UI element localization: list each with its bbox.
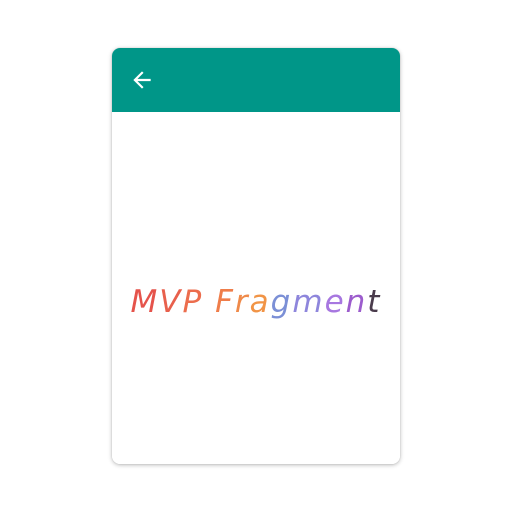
fragment-content: MVP Fragment <box>112 112 400 464</box>
title-letter: V <box>159 284 183 320</box>
title-letter: g <box>270 284 293 320</box>
title-letter: P <box>182 284 204 320</box>
title-letter: r <box>234 284 250 320</box>
back-button[interactable] <box>128 66 156 94</box>
title-letter: e <box>324 284 346 320</box>
arrow-back-icon <box>133 71 151 89</box>
title-letter: a <box>249 284 271 320</box>
fragment-title: MVP Fragment <box>112 282 400 322</box>
app-bar <box>112 48 400 112</box>
title-letter: t <box>367 284 382 320</box>
app-screen: MVP Fragment <box>112 48 400 464</box>
title-letter: F <box>215 284 235 320</box>
title-space <box>203 282 215 322</box>
title-letter: m <box>292 284 325 320</box>
title-letter: n <box>345 284 368 320</box>
title-letter: M <box>130 284 160 320</box>
